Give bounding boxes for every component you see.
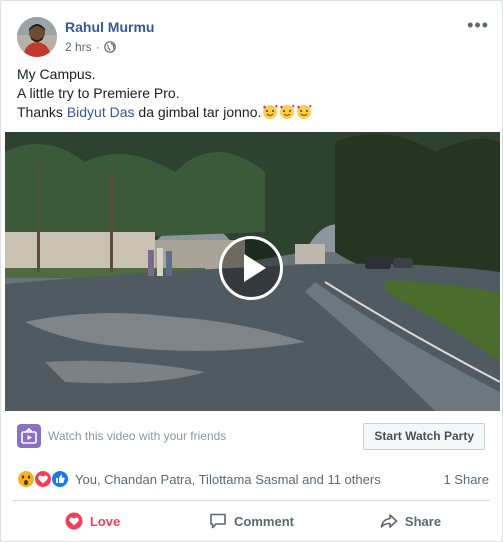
post-meta: 2 hrs ·: [65, 40, 116, 54]
smiling-hearts-emoji-icon: [297, 104, 312, 119]
smiling-hearts-emoji-icon: [280, 104, 295, 119]
watch-party-bar: Watch this video with your friends Start…: [13, 422, 491, 450]
post-text-line-2: A little try to Premiere Pro.: [17, 85, 180, 101]
love-icon: [65, 512, 83, 530]
post-text-line-1: My Campus.: [17, 66, 96, 82]
love-button[interactable]: Love: [13, 506, 172, 536]
comment-button[interactable]: Comment: [172, 506, 331, 536]
author-name[interactable]: Rahul Murmu: [65, 19, 154, 35]
play-icon: [244, 254, 266, 282]
globe-icon[interactable]: [103, 41, 116, 53]
wow-icon: [17, 470, 35, 488]
love-label: Love: [89, 513, 121, 529]
love-icon: [34, 470, 52, 488]
more-options-button[interactable]: •••: [467, 15, 489, 36]
smiling-hearts-emoji-icon: [263, 104, 278, 119]
reactions-names[interactable]: You, Chandan Patra, Tilottama Sasmal and…: [75, 472, 381, 487]
watch-party-prompt: Watch this video with your friends: [48, 429, 227, 443]
comment-label: Comment: [234, 513, 294, 529]
reaction-icons[interactable]: [17, 470, 73, 490]
mention-link[interactable]: Bidyut Das: [67, 104, 135, 120]
action-bar: Love Comment Share: [13, 506, 490, 536]
reactions-summary: You, Chandan Patra, Tilottama Sasmal and…: [17, 469, 489, 491]
post-header: Rahul Murmu 2 hrs · •••: [17, 15, 497, 57]
comment-icon: [210, 513, 226, 529]
post-text-suffix: da gimbal tar jonno.: [134, 104, 262, 120]
divider: [13, 500, 490, 501]
start-watch-party-button[interactable]: Start Watch Party: [363, 423, 485, 450]
post-text-line-3: Thanks Bidyut Das da gimbal tar jonno.: [17, 103, 487, 122]
post-text-thanks: Thanks: [17, 104, 67, 120]
avatar[interactable]: [17, 17, 57, 57]
post-card: Rahul Murmu 2 hrs · ••• My Campus. A lit…: [0, 0, 503, 542]
share-button[interactable]: Share: [331, 506, 490, 536]
share-icon: [380, 514, 398, 528]
shares-count[interactable]: 1 Share: [443, 472, 489, 487]
play-button[interactable]: [219, 236, 283, 300]
share-label: Share: [404, 513, 442, 529]
post-time[interactable]: 2 hrs: [65, 40, 92, 54]
video-player[interactable]: [5, 132, 500, 411]
like-icon: [51, 470, 69, 488]
watch-party-icon: [17, 424, 41, 448]
post-body: My Campus. A little try to Premiere Pro.…: [17, 65, 487, 122]
